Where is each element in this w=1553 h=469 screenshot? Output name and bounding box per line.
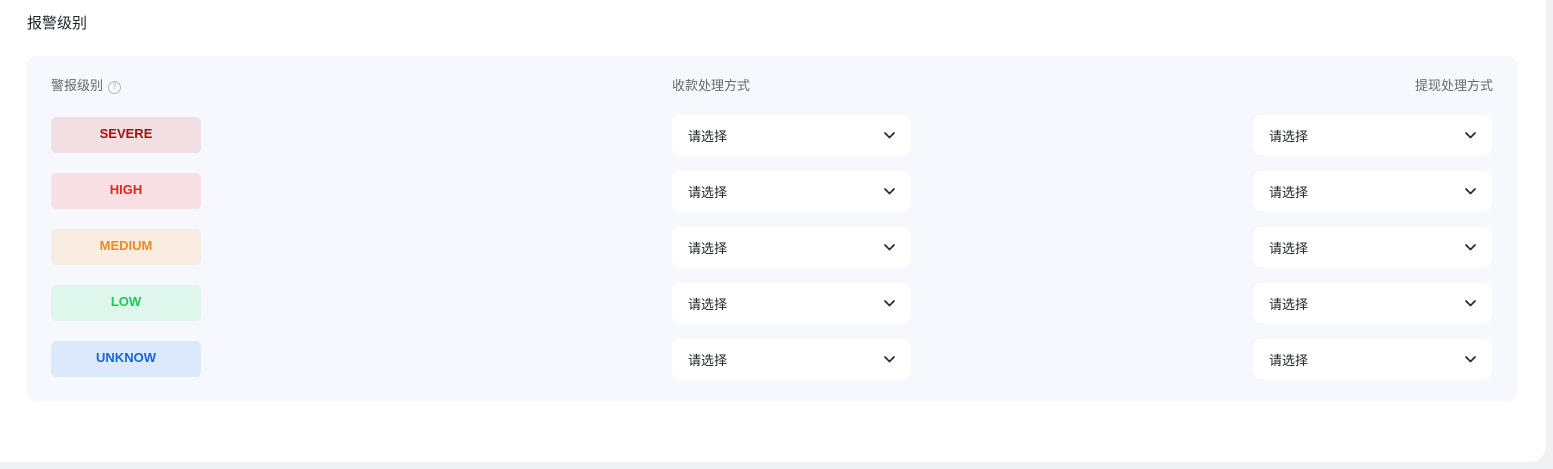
receipt-handling-select[interactable]: 请选择 xyxy=(672,171,911,211)
table-row: LOW 请选择 请选择 xyxy=(27,283,1517,323)
chevron-down-icon xyxy=(1464,129,1476,141)
chevron-down-icon xyxy=(1464,353,1476,365)
receipt-handling-select-value: 请选择 xyxy=(688,129,728,145)
receipt-handling-select[interactable]: 请选择 xyxy=(672,115,911,155)
receipt-handling-select-value: 请选择 xyxy=(688,241,728,257)
withdraw-handling-select[interactable]: 请选择 xyxy=(1253,171,1492,211)
withdraw-handling-select-value: 请选择 xyxy=(1269,129,1309,145)
table-row: MEDIUM 请选择 请选择 xyxy=(27,227,1517,267)
table-row: HIGH 请选择 请选择 xyxy=(27,171,1517,211)
receipt-handling-select-value: 请选择 xyxy=(688,353,728,369)
receipt-handling-select[interactable]: 请选择 xyxy=(672,227,911,267)
section-title: 报警级别 xyxy=(27,14,88,32)
table-row: UNKNOW 请选择 请选择 xyxy=(27,339,1517,379)
question-circle-icon[interactable]: ? xyxy=(108,80,122,94)
alert-level-badge: SEVERE xyxy=(51,117,201,153)
chevron-down-icon xyxy=(883,129,895,141)
alert-level-card: 报警级别 警报级别 ? 收款处理方式 提现处理方式 SEVERE 请选择 请选择 HI… xyxy=(0,0,1546,462)
header-alert-level-label: 警报级别 xyxy=(51,79,104,94)
chevron-down-icon xyxy=(1464,297,1476,309)
withdraw-handling-select-value: 请选择 xyxy=(1269,353,1309,369)
withdraw-handling-select-value: 请选择 xyxy=(1269,185,1309,201)
alert-level-badge: HIGH xyxy=(51,173,201,209)
header-alert-level: 警报级别 ? xyxy=(51,78,122,96)
alert-level-badge: UNKNOW xyxy=(51,341,201,377)
withdraw-handling-select[interactable]: 请选择 xyxy=(1253,283,1492,323)
table-row: SEVERE 请选择 请选择 xyxy=(27,115,1517,155)
chevron-down-icon xyxy=(1464,185,1476,197)
withdraw-handling-select[interactable]: 请选择 xyxy=(1253,227,1492,267)
header-receipt-handling: 收款处理方式 xyxy=(672,79,751,94)
receipt-handling-select[interactable]: 请选择 xyxy=(672,339,911,379)
withdraw-handling-select[interactable]: 请选择 xyxy=(1253,115,1492,155)
alert-level-table: 警报级别 ? 收款处理方式 提现处理方式 SEVERE 请选择 请选择 HIGH 请选择… xyxy=(27,56,1517,401)
chevron-down-icon xyxy=(1464,241,1476,253)
alert-level-badge: MEDIUM xyxy=(51,229,201,265)
receipt-handling-select-value: 请选择 xyxy=(688,297,728,313)
alert-level-badge: LOW xyxy=(51,285,201,321)
withdraw-handling-select-value: 请选择 xyxy=(1269,297,1309,313)
receipt-handling-select[interactable]: 请选择 xyxy=(672,283,911,323)
receipt-handling-select-value: 请选择 xyxy=(688,185,728,201)
chevron-down-icon xyxy=(883,185,895,197)
chevron-down-icon xyxy=(883,241,895,253)
chevron-down-icon xyxy=(883,353,895,365)
header-withdraw-handling: 提现处理方式 xyxy=(1414,79,1493,94)
chevron-down-icon xyxy=(883,297,895,309)
withdraw-handling-select-value: 请选择 xyxy=(1269,241,1309,257)
withdraw-handling-select[interactable]: 请选择 xyxy=(1253,339,1492,379)
